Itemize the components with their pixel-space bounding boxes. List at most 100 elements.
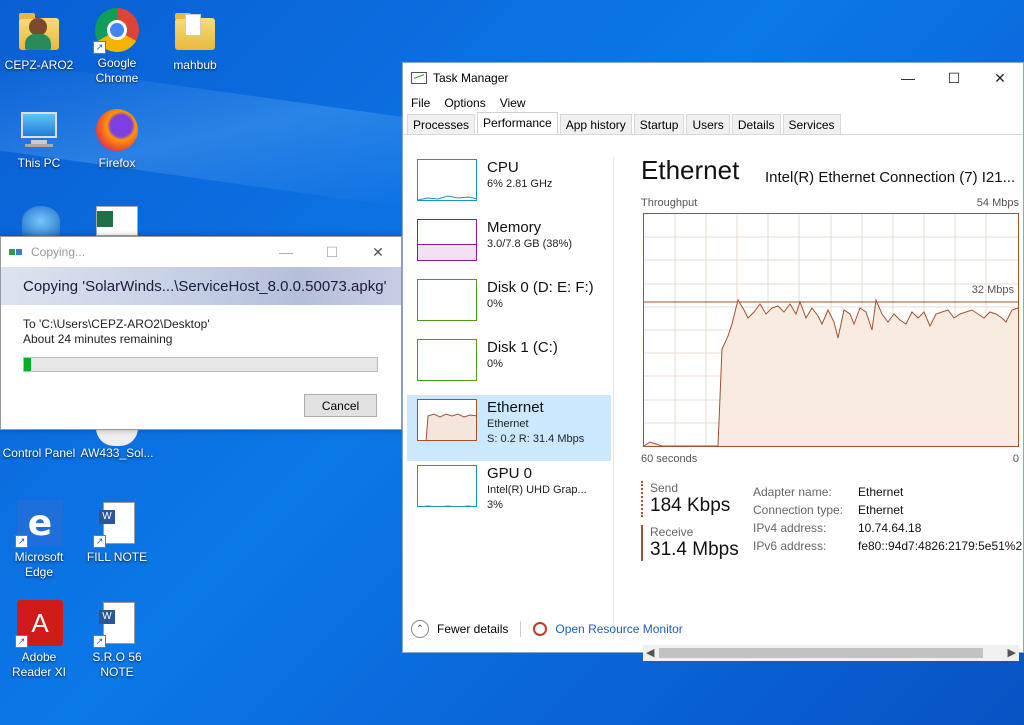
folder-icon <box>171 8 219 56</box>
ethernet-thumbnail-graph <box>417 399 477 441</box>
maximize-button[interactable]: ☐ <box>309 237 355 267</box>
desktop-icon-label: Firefox <box>98 156 136 170</box>
desktop-icon-sro-note[interactable]: W ↗ S.R.O 56 NOTE <box>78 600 156 680</box>
desktop-icon-label: CEPZ-ARO2 <box>4 58 74 72</box>
tab-processes[interactable]: Processes <box>407 114 476 134</box>
sidebar-item-sub: Ethernet <box>487 418 529 430</box>
sidebar-item-sub: 0% <box>487 358 503 370</box>
desktop-icon-label: Microsoft Edge <box>14 550 64 579</box>
sidebar-item-label: Memory <box>487 219 542 236</box>
disk1-thumbnail-graph <box>417 339 477 381</box>
property-key: Adapter name: <box>753 485 832 499</box>
desktop-icon-this-pc[interactable]: This PC <box>0 106 78 171</box>
desktop-icon-cepz-aro2[interactable]: CEPZ-ARO2 <box>0 8 78 73</box>
send-stat: Send 184 Kbps <box>641 481 739 517</box>
tab-app-history[interactable]: App history <box>559 114 632 134</box>
tab-users[interactable]: Users <box>686 114 730 134</box>
sidebar-item-memory[interactable]: Memory 3.0/7.8 GB (38%) <box>407 215 611 275</box>
firefox-icon <box>93 106 141 154</box>
word-doc-icon: W ↗ <box>93 600 141 648</box>
tab-startup[interactable]: Startup <box>633 114 685 134</box>
property-value: Ethernet <box>858 503 904 517</box>
sidebar-item-sub2: 3% <box>487 499 503 511</box>
sidebar-item-sub: Intel(R) UHD Grap... <box>487 484 587 496</box>
minimize-button[interactable]: — <box>885 63 931 93</box>
word-doc-icon: W ↗ <box>93 500 141 548</box>
graph-label: Throughput <box>641 197 698 209</box>
cancel-button[interactable]: Cancel <box>304 394 377 417</box>
sidebar-item-sub: 3.0/7.8 GB (38%) <box>487 238 572 250</box>
sidebar-item-label: Disk 0 (D: E: F:) <box>487 279 594 296</box>
sidebar-item-gpu-0[interactable]: GPU 0 Intel(R) UHD Grap... 3% <box>407 461 611 521</box>
close-button[interactable]: ✕ <box>977 63 1023 93</box>
network-icon <box>22 206 60 236</box>
task-manager-footer: ⌃ Fewer details Open Resource Monitor <box>411 620 683 638</box>
graph-mid-label: 32 Mbps <box>971 284 1014 296</box>
sidebar-item-cpu[interactable]: CPU 6% 2.81 GHz <box>407 155 611 215</box>
tab-details[interactable]: Details <box>731 114 781 134</box>
property-value: fe80::94d7:4826:2179:5e51%2 <box>858 539 1023 553</box>
desktop-icon-chrome[interactable]: ↗ Google Chrome <box>78 6 156 86</box>
copy-dialog-title: Copying... <box>31 245 86 259</box>
adobe-reader-icon: A ↗ <box>15 600 63 648</box>
menu-bar: File Options View <box>403 93 1023 113</box>
copy-destination: To 'C:\Users\CEPZ-ARO2\Desktop' <box>23 317 210 331</box>
sidebar-item-disk-0[interactable]: Disk 0 (D: E: F:) 0% <box>407 275 611 335</box>
sidebar-item-sub: 6% 2.81 GHz <box>487 178 553 190</box>
copy-banner: Copying 'SolarWinds...\ServiceHost_8.0.0… <box>1 267 401 305</box>
scrollbar-thumb[interactable] <box>659 648 983 658</box>
chevron-up-icon[interactable]: ⌃ <box>411 620 429 638</box>
graph-time-right: 0 <box>1012 453 1019 465</box>
property-key: Connection type: <box>753 503 844 517</box>
open-resource-monitor-link[interactable]: Open Resource Monitor <box>555 622 682 636</box>
copy-dialog-titlebar[interactable]: Copying... — ☐ ✕ <box>1 237 401 267</box>
ethernet-detail-panel: Ethernet Intel(R) Ethernet Connection (7… <box>641 155 1022 561</box>
sidebar-item-ethernet[interactable]: Ethernet Ethernet S: 0.2 R: 31.4 Mbps <box>407 395 611 461</box>
graph-max-label: 54 Mbps <box>976 197 1019 209</box>
disk0-thumbnail-graph <box>417 279 477 321</box>
tab-bar: Processes Performance App history Startu… <box>403 112 1023 135</box>
receive-label: Receive <box>650 525 694 539</box>
desktop-icon-edge[interactable]: e ↗ Microsoft Edge <box>0 500 78 580</box>
adapter-properties: Adapter name: Ethernet Connection type: Et… <box>753 485 1022 557</box>
sidebar-item-label: CPU <box>487 159 519 176</box>
fewer-details-button[interactable]: Fewer details <box>437 622 508 636</box>
desktop-icon-aw433[interactable]: AW433_Sol... <box>78 428 156 461</box>
adapter-name: Intel(R) Ethernet Connection (7) I21... <box>765 169 1016 186</box>
task-manager-icon <box>411 72 427 84</box>
scroll-left-icon[interactable]: ◀ <box>646 646 654 659</box>
sidebar-item-disk-1[interactable]: Disk 1 (C:) 0% <box>407 335 611 395</box>
desktop-icon-label: Control Panel <box>2 446 76 460</box>
desktop-icon-control-panel[interactable]: Control Panel <box>0 428 78 461</box>
horizontal-scrollbar[interactable]: ◀ ▶ <box>643 645 1019 661</box>
task-manager-titlebar[interactable]: Task Manager — ☐ ✕ <box>403 63 1023 93</box>
menu-view[interactable]: View <box>500 96 526 110</box>
send-label: Send <box>650 481 679 495</box>
desktop-icon-mahbub[interactable]: mahbub <box>156 8 234 73</box>
task-manager-title: Task Manager <box>433 71 509 85</box>
property-value: Ethernet <box>858 485 904 499</box>
maximize-button[interactable]: ☐ <box>931 63 977 93</box>
copy-progress-bar <box>23 357 378 372</box>
detail-title: Ethernet <box>641 155 740 185</box>
tab-services[interactable]: Services <box>782 114 841 134</box>
sidebar-item-label: Disk 1 (C:) <box>487 339 558 356</box>
minimize-button[interactable]: — <box>263 237 309 267</box>
desktop-icon-firefox[interactable]: Firefox <box>78 106 156 171</box>
desktop-icon-adobe-reader[interactable]: A ↗ Adobe Reader XI <box>0 600 78 680</box>
desktop-icon-label: mahbub <box>173 58 217 72</box>
desktop-icon-fill-note[interactable]: W ↗ FILL NOTE <box>78 500 156 565</box>
scroll-right-icon[interactable]: ▶ <box>1008 646 1016 659</box>
desktop-icon-label: Adobe Reader XI <box>11 650 67 679</box>
copy-icon <box>9 247 23 257</box>
desktop-icon-label: This PC <box>17 156 61 170</box>
excel-doc-icon <box>96 206 138 236</box>
chrome-icon: ↗ <box>93 6 141 54</box>
menu-file[interactable]: File <box>411 96 430 110</box>
edge-icon: e ↗ <box>15 500 63 548</box>
sidebar-divider <box>613 157 614 637</box>
tab-performance[interactable]: Performance <box>477 112 558 134</box>
close-button[interactable]: ✕ <box>355 237 401 267</box>
menu-options[interactable]: Options <box>444 96 485 110</box>
sidebar-item-label: GPU 0 <box>487 465 533 482</box>
